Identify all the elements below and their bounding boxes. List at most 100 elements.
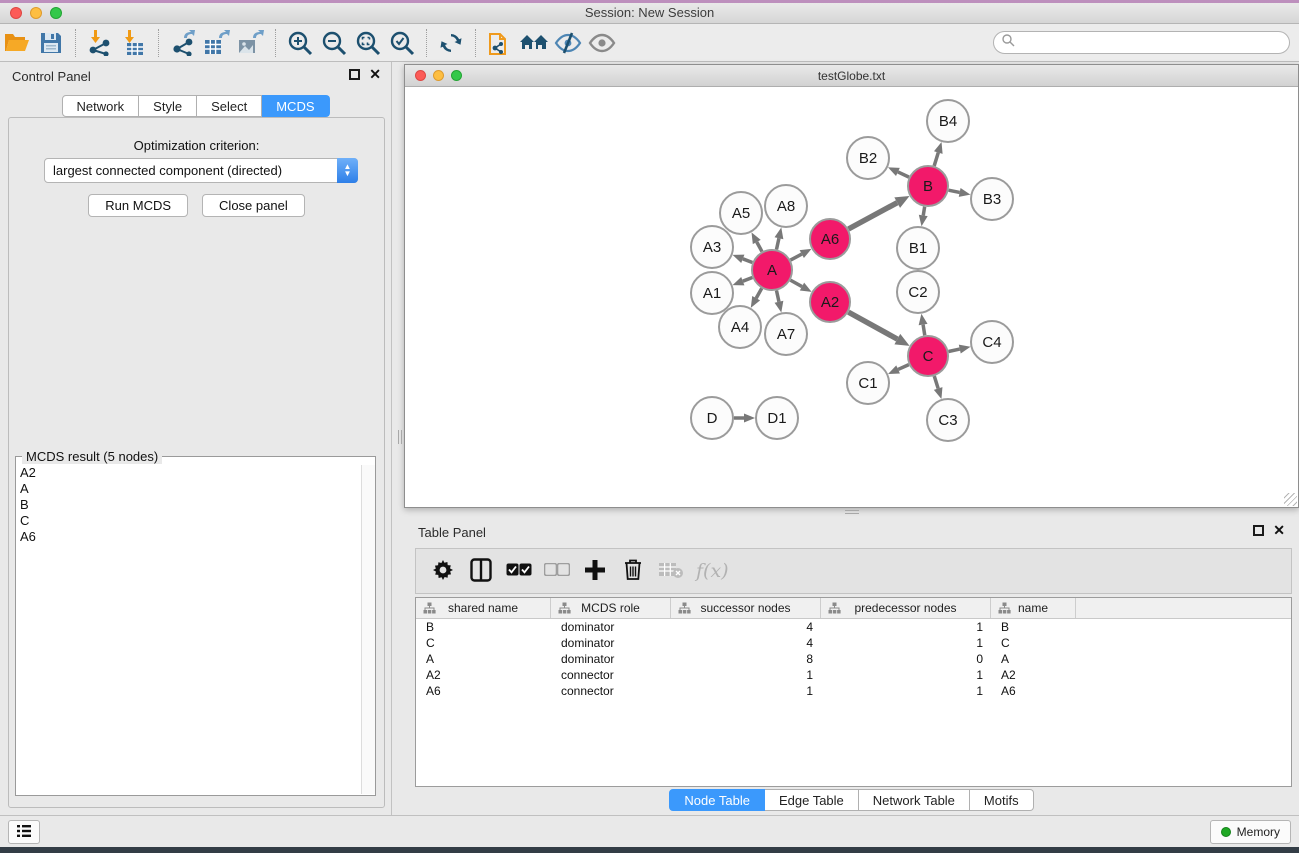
cell-mcds-role[interactable]: connector xyxy=(551,683,671,699)
hide-graphics-button[interactable] xyxy=(551,27,585,59)
table-row-c[interactable]: Cdominator41C xyxy=(416,635,1291,651)
node-A6[interactable]: A6 xyxy=(810,219,850,259)
edge-A-A3[interactable] xyxy=(733,255,753,263)
edge-A-A8[interactable] xyxy=(775,227,784,249)
edge-C-C4[interactable] xyxy=(949,345,971,354)
float-table-panel-icon[interactable] xyxy=(1253,525,1264,536)
node-A3[interactable]: A3 xyxy=(691,226,733,268)
edge-A6-B[interactable] xyxy=(848,196,909,229)
show-columns-button[interactable] xyxy=(464,553,498,589)
node-A7[interactable]: A7 xyxy=(765,313,807,355)
create-column-button[interactable] xyxy=(578,553,612,589)
run-mcds-button[interactable]: Run MCDS xyxy=(88,194,188,217)
vertical-split-handle[interactable] xyxy=(398,430,402,444)
unselect-all-columns-button[interactable] xyxy=(540,553,574,589)
cell-successor-nodes[interactable]: 1 xyxy=(671,683,821,699)
cell-successor-nodes[interactable]: 1 xyxy=(671,667,821,683)
node-C1[interactable]: C1 xyxy=(847,362,889,404)
edge-A2-C[interactable] xyxy=(848,312,909,346)
open-session-button[interactable] xyxy=(0,27,34,59)
close-panel-button[interactable]: Close panel xyxy=(202,194,305,217)
delete-table-button[interactable] xyxy=(654,553,688,589)
cell-predecessor-nodes[interactable]: 1 xyxy=(821,635,991,651)
zoom-out-button[interactable] xyxy=(317,27,351,59)
cell-predecessor-nodes[interactable]: 1 xyxy=(821,683,991,699)
node-B4[interactable]: B4 xyxy=(927,100,969,142)
node-B[interactable]: B xyxy=(908,166,948,206)
table-settings-button[interactable] xyxy=(426,553,460,589)
cell-predecessor-nodes[interactable]: 0 xyxy=(821,651,991,667)
column-header-successor-nodes[interactable]: successor nodes xyxy=(671,598,821,618)
select-all-columns-button[interactable] xyxy=(502,553,536,589)
cell-successor-nodes[interactable]: 4 xyxy=(671,619,821,635)
close-panel-icon[interactable]: ✕ xyxy=(369,69,381,80)
node-B2[interactable]: B2 xyxy=(847,137,889,179)
node-A4[interactable]: A4 xyxy=(719,306,761,348)
node-C4[interactable]: C4 xyxy=(971,321,1013,363)
cell-shared-name[interactable]: A2 xyxy=(416,667,551,683)
cell-mcds-role[interactable]: connector xyxy=(551,667,671,683)
result-item-a2[interactable]: A2 xyxy=(17,465,360,481)
search-input[interactable] xyxy=(1019,34,1289,52)
node-C[interactable]: C xyxy=(908,336,948,376)
function-builder-button[interactable]: f(x) xyxy=(696,560,729,582)
edge-A-A5[interactable] xyxy=(752,232,762,251)
cell-mcds-role[interactable]: dominator xyxy=(551,651,671,667)
node-A[interactable]: A xyxy=(752,250,792,290)
cell-shared-name[interactable]: A xyxy=(416,651,551,667)
node-A2[interactable]: A2 xyxy=(810,282,850,322)
tab-edge-table[interactable]: Edge Table xyxy=(765,789,859,811)
float-panel-icon[interactable] xyxy=(349,69,360,80)
show-graphics-button[interactable] xyxy=(585,27,619,59)
node-B3[interactable]: B3 xyxy=(971,178,1013,220)
node-C2[interactable]: C2 xyxy=(897,271,939,313)
network-canvas[interactable]: B4B2BB3A8A5A6A3B1AC2A1A2A4A7C4CC1DD1C3 xyxy=(405,87,1298,507)
toolbar-search[interactable] xyxy=(993,31,1290,54)
edge-C-C2[interactable] xyxy=(919,314,928,336)
result-item-c[interactable]: C xyxy=(17,513,360,529)
tab-motifs[interactable]: Motifs xyxy=(970,789,1034,811)
memory-button[interactable]: Memory xyxy=(1210,820,1291,844)
cell-name[interactable]: A xyxy=(991,651,1076,667)
cell-shared-name[interactable]: C xyxy=(416,635,551,651)
save-session-button[interactable] xyxy=(34,27,68,59)
node-D1[interactable]: D1 xyxy=(756,397,798,439)
node-A5[interactable]: A5 xyxy=(720,192,762,234)
column-header-mcds-role[interactable]: MCDS role xyxy=(551,598,671,618)
zoom-fit-button[interactable] xyxy=(351,27,385,59)
export-network-button[interactable] xyxy=(166,27,200,59)
table-row-a[interactable]: Adominator80A xyxy=(416,651,1291,667)
tab-style[interactable]: Style xyxy=(139,95,197,117)
result-item-a6[interactable]: A6 xyxy=(17,529,360,545)
import-network-button[interactable] xyxy=(83,27,117,59)
tab-network-table[interactable]: Network Table xyxy=(859,789,970,811)
edge-C-C3[interactable] xyxy=(934,376,943,399)
network-window-titlebar[interactable]: testGlobe.txt xyxy=(405,65,1298,87)
edge-A-A1[interactable] xyxy=(733,277,753,285)
edge-B-B3[interactable] xyxy=(949,188,971,197)
node-A1[interactable]: A1 xyxy=(691,272,733,314)
edge-A-A2[interactable] xyxy=(790,280,811,292)
tab-mcds[interactable]: MCDS xyxy=(262,95,329,117)
cell-successor-nodes[interactable]: 4 xyxy=(671,635,821,651)
export-table-button[interactable] xyxy=(200,27,234,59)
export-image-button[interactable] xyxy=(234,27,268,59)
horizontal-split-handle[interactable] xyxy=(845,510,859,514)
tab-select[interactable]: Select xyxy=(197,95,262,117)
cell-mcds-role[interactable]: dominator xyxy=(551,635,671,651)
criterion-select[interactable]: largest connected component (directed) ▲… xyxy=(44,158,358,183)
edge-A-A6[interactable] xyxy=(791,249,812,260)
edge-A-A4[interactable] xyxy=(751,288,762,308)
table-row-a6[interactable]: A6connector11A6 xyxy=(416,683,1291,699)
cell-shared-name[interactable]: A6 xyxy=(416,683,551,699)
node-B1[interactable]: B1 xyxy=(897,227,939,269)
cell-name[interactable]: A2 xyxy=(991,667,1076,683)
tab-node-table[interactable]: Node Table xyxy=(669,789,765,811)
cell-name[interactable]: C xyxy=(991,635,1076,651)
zoom-selected-button[interactable] xyxy=(385,27,419,59)
edge-B-B4[interactable] xyxy=(934,142,943,166)
edge-C-C1[interactable] xyxy=(888,365,909,374)
edge-D-D1[interactable] xyxy=(734,414,755,423)
cell-mcds-role[interactable]: dominator xyxy=(551,619,671,635)
column-header-name[interactable]: name xyxy=(991,598,1076,618)
